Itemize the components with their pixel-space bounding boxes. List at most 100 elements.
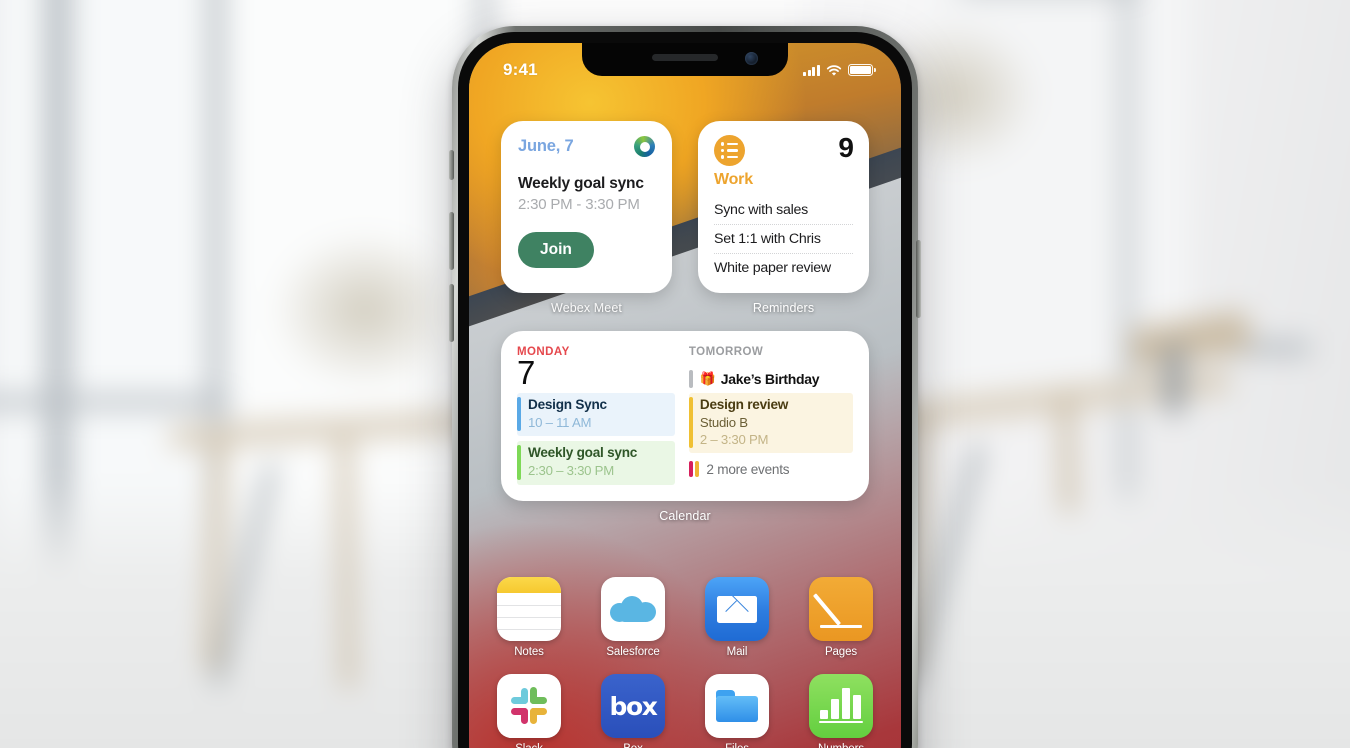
- app-grid: Notes Salesforce Mail Pages box: [469, 577, 901, 748]
- reminders-list-name: Work: [714, 171, 753, 188]
- calendar-event[interactable]: Design review Studio B 2 – 3:30 PM: [688, 393, 853, 454]
- calendar-widget-label: Calendar: [659, 508, 711, 523]
- event-time: 2:30 – 3:30 PM: [528, 463, 614, 479]
- event-details: Design Sync 10 – 11 AM: [528, 397, 607, 431]
- app-numbers[interactable]: Numbers: [807, 674, 875, 748]
- calendar-widget-column: MONDAY 7 Design Sync 10 – 11 AM Weekly g…: [501, 331, 869, 523]
- front-camera-icon: [745, 52, 758, 65]
- webex-date: June, 7: [518, 137, 574, 155]
- app-pages[interactable]: Pages: [807, 577, 875, 658]
- app-label: Pages: [824, 646, 858, 658]
- event-title: Weekly goal sync: [528, 445, 638, 461]
- reminders-widget-header: 9: [714, 132, 854, 166]
- reminders-widget-column: 9 Work Sync with sales Set 1:1 with Chri…: [698, 121, 869, 315]
- reminder-item[interactable]: Sync with sales: [714, 196, 853, 225]
- event-details: Design review Studio B 2 – 3:30 PM: [700, 397, 788, 448]
- app-label: Mail: [726, 646, 748, 658]
- files-app-icon: [705, 674, 769, 738]
- device-notch: [582, 43, 788, 76]
- plant-blur: [270, 230, 460, 390]
- cellular-signal-icon: [802, 64, 820, 76]
- calendar-date-number: 7: [517, 354, 535, 391]
- event-color-bar: [688, 370, 693, 388]
- status-bar-time: 9:41: [503, 60, 538, 79]
- window-mullion: [1120, 0, 1134, 500]
- webex-widget-header: June, 7: [518, 136, 655, 157]
- salesforce-app-icon: [601, 577, 665, 641]
- event-color-bar: [517, 445, 521, 480]
- volume-down-button[interactable]: [449, 284, 454, 342]
- webex-logo-icon: [634, 136, 655, 157]
- app-mail[interactable]: Mail: [703, 577, 771, 658]
- gift-icon: 🎁: [699, 371, 716, 386]
- webex-meeting-time: 2:30 PM - 3:30 PM: [518, 196, 640, 213]
- volume-up-button[interactable]: [449, 212, 454, 270]
- birthday-label: Jake’s Birthday: [720, 371, 820, 387]
- app-salesforce[interactable]: Salesforce: [599, 577, 667, 658]
- stool-leg: [1165, 345, 1183, 415]
- calendar-widget-body: MONDAY 7 Design Sync 10 – 11 AM Weekly g…: [501, 331, 869, 501]
- calendar-more-events[interactable]: 2 more events: [688, 461, 853, 478]
- earpiece-speaker: [652, 54, 718, 61]
- reminders-widget[interactable]: 9 Work Sync with sales Set 1:1 with Chri…: [698, 121, 869, 293]
- calendar-event[interactable]: Weekly goal sync 2:30 – 3:30 PM: [517, 441, 675, 485]
- box-wordmark: box: [609, 691, 658, 721]
- event-title: Design review: [699, 397, 789, 412]
- app-row-1: Notes Salesforce Mail Pages: [495, 577, 875, 658]
- notes-app-icon: [497, 577, 561, 641]
- widget-row-top: June, 7 Weekly goal sync 2:30 PM - 3:30 …: [501, 121, 869, 315]
- box-app-icon: box: [601, 674, 665, 738]
- webex-widget-label: Webex Meet: [551, 301, 622, 315]
- birthday-label-wrap: 🎁 Jake’s Birthday: [699, 371, 820, 387]
- more-events-color-bars: [688, 461, 700, 478]
- event-time: 2 – 3:30 PM: [699, 432, 769, 448]
- app-box[interactable]: box Box: [599, 674, 667, 748]
- window-mullion: [0, 395, 230, 409]
- reminders-widget-label: Reminders: [752, 301, 815, 315]
- app-label: Salesforce: [606, 646, 660, 658]
- mute-switch[interactable]: [449, 150, 454, 180]
- event-color-bar: [688, 397, 693, 449]
- app-label: Slack: [515, 743, 543, 748]
- event-details: Weekly goal sync 2:30 – 3:30 PM: [528, 445, 637, 479]
- reminders-list-icon: [714, 135, 745, 166]
- webex-meet-widget[interactable]: June, 7 Weekly goal sync 2:30 PM - 3:30 …: [501, 121, 672, 293]
- app-label: Files: [725, 743, 749, 748]
- phone-screen[interactable]: 9:41 June, 7 Weekly goal sync 2:30 PM - …: [469, 43, 901, 748]
- power-button[interactable]: [916, 240, 921, 318]
- webex-meeting-title: Weekly goal sync: [518, 175, 644, 192]
- app-notes[interactable]: Notes: [495, 577, 563, 658]
- calendar-tomorrow-column: TOMORROW 🎁 Jake’s Birthday Design review…: [688, 346, 853, 485]
- more-events-label: 2 more events: [706, 461, 790, 477]
- iphone-device: 9:41 June, 7 Weekly goal sync 2:30 PM - …: [449, 26, 921, 748]
- app-row-2: Slack box Box Files: [495, 674, 875, 748]
- status-bar-indicators: [802, 64, 876, 76]
- app-label: Numbers: [818, 743, 864, 748]
- battery-icon: [848, 64, 876, 76]
- event-time: 10 – 11 AM: [528, 415, 592, 431]
- reminders-count: 9: [838, 132, 854, 163]
- app-files[interactable]: Files: [703, 674, 771, 748]
- calendar-birthday-event[interactable]: 🎁 Jake’s Birthday: [688, 370, 853, 388]
- event-color-bar: [517, 397, 521, 432]
- app-slack[interactable]: Slack: [495, 674, 563, 748]
- webex-widget-column: June, 7 Weekly goal sync 2:30 PM - 3:30 …: [501, 121, 672, 315]
- slack-app-icon: [497, 674, 561, 738]
- reminder-item[interactable]: Set 1:1 with Chris: [714, 225, 853, 254]
- calendar-event[interactable]: Design Sync 10 – 11 AM: [517, 393, 675, 437]
- event-location: Studio B: [699, 414, 748, 430]
- phone-bezel: 9:41 June, 7 Weekly goal sync 2:30 PM - …: [458, 32, 912, 748]
- event-title: Design Sync: [528, 397, 607, 413]
- app-label: Notes: [514, 646, 544, 658]
- join-button[interactable]: Join: [518, 232, 594, 268]
- mail-app-icon: [705, 577, 769, 641]
- wifi-icon: [826, 64, 842, 76]
- numbers-app-icon: [809, 674, 873, 738]
- calendar-today-column: MONDAY 7 Design Sync 10 – 11 AM Weekly g…: [517, 346, 675, 485]
- reminders-item-list: Sync with sales Set 1:1 with Chris White…: [714, 196, 853, 282]
- widget-area: June, 7 Weekly goal sync 2:30 PM - 3:30 …: [469, 121, 901, 523]
- reminder-item[interactable]: White paper review: [714, 254, 853, 282]
- calendar-widget[interactable]: MONDAY 7 Design Sync 10 – 11 AM Weekly g…: [501, 331, 869, 501]
- app-label: Box: [623, 743, 643, 748]
- pages-app-icon: [809, 577, 873, 641]
